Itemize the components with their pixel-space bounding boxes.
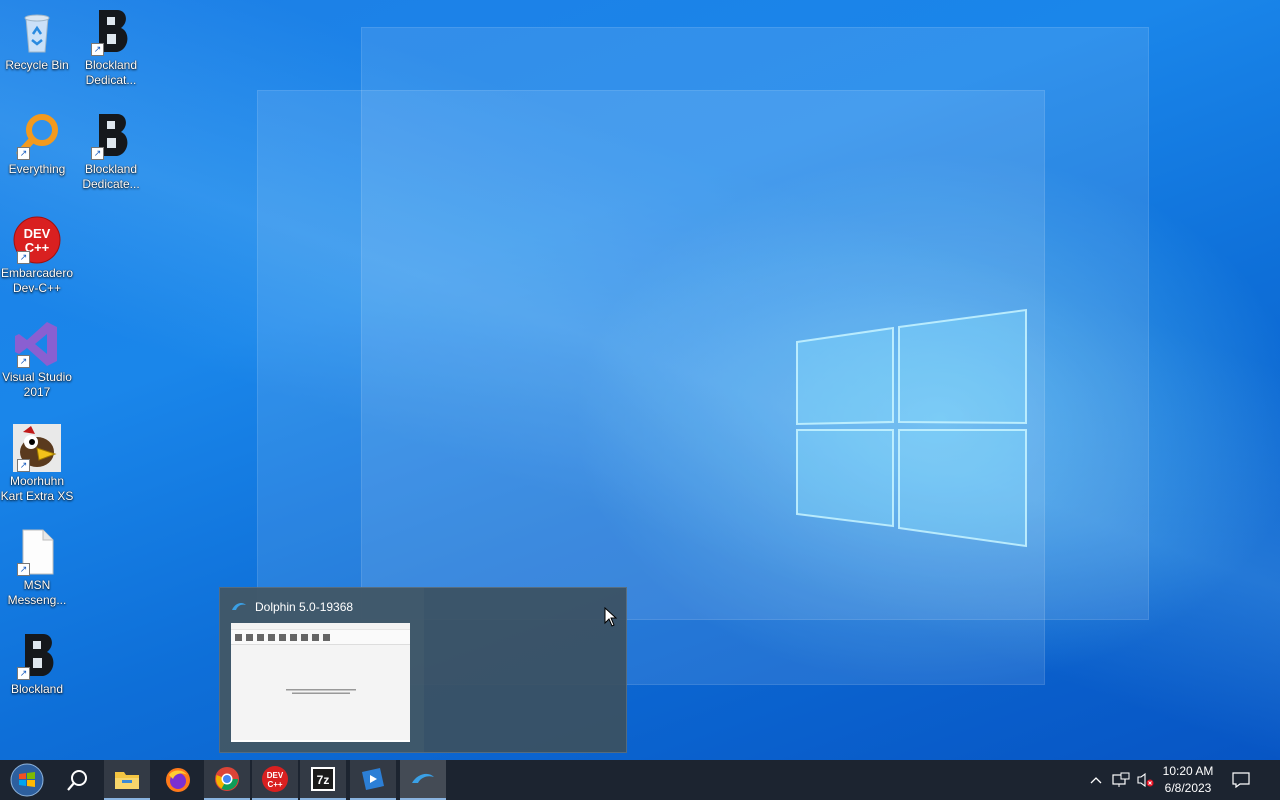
visual-studio-icon: ↗	[13, 320, 61, 368]
desktop-icon-blockland-dedicated-2[interactable]: ↗ Blockland Dedicate...	[74, 112, 148, 192]
thumbnail-game-list	[231, 645, 410, 740]
chrome-icon	[215, 767, 239, 791]
dolphin-icon	[412, 773, 434, 783]
desktop-icon-blockland-dedicated[interactable]: ↗ Blockland Dedicat...	[74, 8, 148, 88]
shortcut-arrow-icon: ↗	[17, 251, 30, 264]
chevron-up-icon	[1090, 777, 1102, 784]
start-button[interactable]	[0, 760, 54, 800]
network-status-button[interactable]	[1108, 760, 1134, 800]
blockland-icon: ↗	[87, 112, 135, 160]
desktop-icon-label: Blockland Dedicat...	[84, 58, 138, 87]
dolphin-icon	[231, 601, 247, 616]
blockland-icon: ↗	[13, 632, 61, 680]
search-button[interactable]	[56, 760, 100, 800]
taskbar-app-media-player[interactable]	[350, 760, 396, 800]
desktop-icon-label: Recycle Bin	[5, 58, 69, 72]
blank-file-icon: ↗	[13, 528, 61, 576]
clock-time: 10:20 AM	[1162, 764, 1214, 778]
media-player-icon	[362, 768, 384, 790]
desktop-icon-label: Embarcadero Dev-C++	[0, 266, 74, 295]
clock-date: 6/8/2023	[1164, 781, 1212, 795]
taskbar-app-7zip[interactable]: 7z	[300, 760, 346, 800]
search-icon	[67, 770, 87, 791]
system-clock[interactable]: 10:20 AM 6/8/2023	[1152, 763, 1224, 797]
thumbnail-menubar	[231, 623, 410, 630]
svg-text:DEV: DEV	[24, 226, 51, 241]
file-explorer-icon	[115, 772, 139, 789]
desktop-icon-msn-messenger[interactable]: ↗ MSN Messeng...	[0, 528, 74, 608]
shortcut-arrow-icon: ↗	[91, 43, 104, 56]
network-wired-icon	[1112, 772, 1130, 787]
svg-text:DEV: DEV	[267, 771, 284, 780]
svg-text:C++: C++	[267, 780, 282, 789]
desktop-icon-visual-studio[interactable]: ↗ Visual Studio 2017	[0, 320, 74, 400]
desktop-icon-dev-cpp[interactable]: DEV C++ ↗ Embarcadero Dev-C++	[0, 216, 74, 296]
notification-icon	[1232, 772, 1250, 788]
shortcut-arrow-icon: ↗	[17, 147, 30, 160]
taskbar-thumbnail-preview[interactable]: Dolphin 5.0-19368	[219, 587, 627, 753]
thumbnail-placeholder-lines	[231, 645, 410, 696]
moorhuhn-chicken-icon: ↗	[13, 424, 61, 472]
mouse-cursor-icon	[604, 607, 618, 627]
action-center-button[interactable]	[1226, 760, 1256, 800]
taskbar-app-firefox[interactable]	[154, 760, 202, 800]
7zip-badge-text: 7z	[317, 773, 330, 787]
desktop-icon-label: Moorhuhn Kart Extra XS	[0, 474, 74, 503]
desktop-icon-blockland[interactable]: ↗ Blockland	[0, 632, 74, 697]
firefox-icon	[166, 768, 190, 792]
shortcut-arrow-icon: ↗	[17, 459, 30, 472]
taskbar-app-chrome[interactable]	[204, 760, 250, 800]
desktop-icon-label: Everything	[8, 162, 66, 176]
desktop-icon-recycle-bin[interactable]: Recycle Bin	[0, 8, 74, 73]
shortcut-arrow-icon: ↗	[17, 667, 30, 680]
recycle-bin-icon	[13, 8, 61, 56]
shortcut-arrow-icon: ↗	[17, 355, 30, 368]
show-hidden-icons-button[interactable]	[1086, 760, 1106, 800]
7zip-icon: 7z	[311, 767, 335, 791]
desktop-icon-label: MSN Messeng...	[7, 578, 67, 607]
shortcut-arrow-icon: ↗	[91, 147, 104, 160]
desktop[interactable]: Recycle Bin ↗ Blockland Dedicat... ↗ Eve…	[0, 0, 1280, 760]
desktop-icon-label: Visual Studio 2017	[2, 370, 72, 399]
taskbar-app-file-explorer[interactable]	[104, 760, 150, 800]
desktop-icon-label: Blockland Dedicate...	[82, 162, 140, 191]
thumbnail-toolbar	[231, 630, 410, 645]
shortcut-arrow-icon: ↗	[17, 563, 30, 576]
preview-window-title: Dolphin 5.0-19368	[255, 600, 354, 614]
taskbar-app-dev-cpp[interactable]: DEV C++	[252, 760, 298, 800]
desktop-icon-moorhuhn-kart[interactable]: ↗ Moorhuhn Kart Extra XS	[0, 424, 74, 504]
blockland-icon: ↗	[87, 8, 135, 56]
dev-cpp-icon: DEV C++	[262, 766, 288, 792]
desktop-icon-everything[interactable]: ↗ Everything	[0, 112, 74, 177]
dev-cpp-icon: DEV C++ ↗	[13, 216, 61, 264]
everything-search-icon: ↗	[13, 112, 61, 160]
windows-logo-wallpaper	[796, 308, 1027, 548]
desktop-icon-label: Blockland	[10, 682, 64, 696]
windows-start-orb-icon	[10, 763, 44, 797]
preview-thumbnail[interactable]	[231, 623, 410, 742]
taskbar: DEV C++ 7z 10:20 AM 6/8/2023	[0, 760, 1280, 800]
taskbar-app-dolphin[interactable]	[400, 760, 446, 800]
